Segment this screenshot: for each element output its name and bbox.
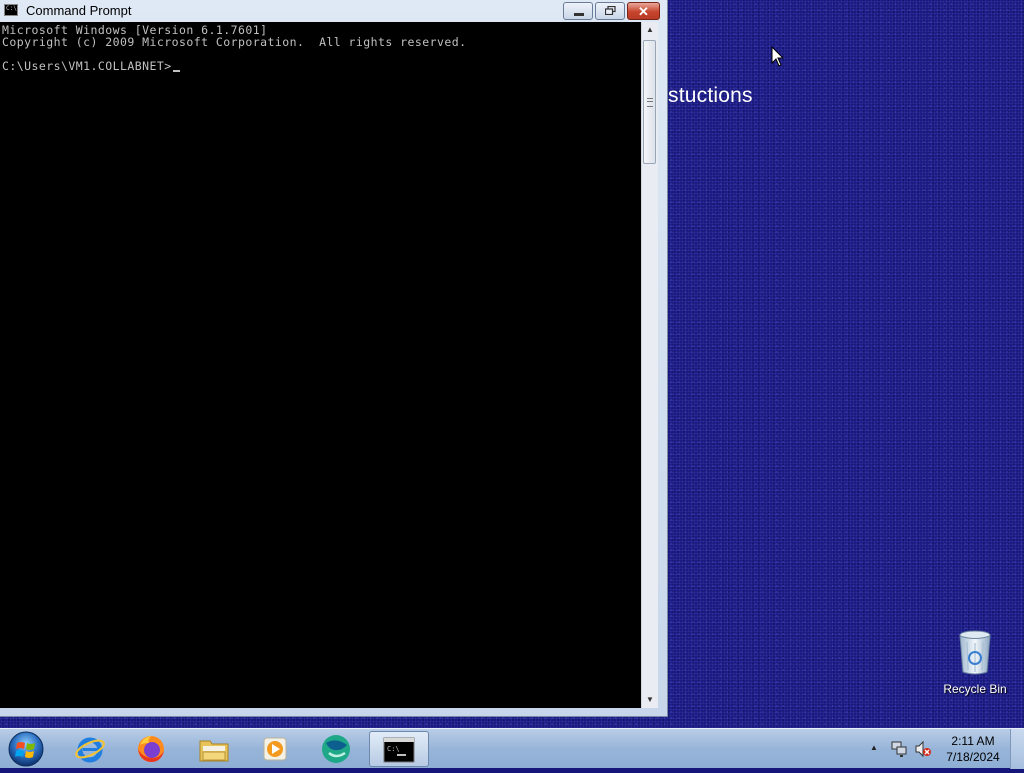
window-title: Command Prompt [26, 3, 132, 18]
scroll-up-arrow-icon[interactable]: ▲ [642, 22, 658, 38]
text-caret [172, 70, 180, 72]
firefox-icon [138, 736, 164, 762]
recycle-bin-label: Recycle Bin [943, 682, 1007, 696]
taskbar-media-player[interactable] [247, 731, 303, 767]
network-icon[interactable] [890, 740, 908, 758]
clock[interactable]: 2:11 AM 7/18/2024 [938, 733, 1008, 765]
teal-globe-icon [322, 735, 350, 763]
console-prompt: C:\Users\VM1.COLLABNET> [2, 59, 172, 73]
window-titlebar[interactable]: C:\ Command Prompt ✕ [0, 0, 667, 22]
grip-icon [647, 98, 653, 107]
taskbar-firefox[interactable] [123, 731, 179, 767]
scroll-down-arrow-icon[interactable]: ▼ [642, 692, 658, 708]
media-player-icon [263, 737, 287, 761]
desktop-window-text: stuctions [668, 84, 753, 107]
internet-explorer-icon [75, 737, 105, 763]
recycle-bin-desktop-icon[interactable]: Recycle Bin [938, 628, 1012, 696]
mouse-cursor-icon [771, 46, 785, 67]
close-button[interactable]: ✕ [627, 2, 660, 20]
clock-date: 7/18/2024 [946, 750, 1000, 764]
console-prompt-line[interactable]: C:\Users\VM1.COLLABNET> [2, 59, 180, 73]
taskbar: C:\ ▲ 2:11 AM 7/18/2024 [0, 728, 1024, 769]
cmd-icon: C:\ [383, 737, 415, 763]
show-hidden-icons-icon[interactable]: ▲ [870, 743, 878, 752]
svg-text:C:\: C:\ [387, 745, 400, 753]
start-button[interactable] [6, 730, 46, 768]
system-tray: ▲ 2:11 AM 7/18/2024 [864, 729, 1024, 769]
volume-muted-icon[interactable] [914, 740, 932, 758]
folder-icon [199, 740, 229, 762]
taskbar-internet-explorer[interactable] [62, 731, 118, 767]
minimize-icon [574, 13, 584, 16]
taskbar-browser[interactable] [308, 731, 364, 767]
console-line: Copyright (c) 2009 Microsoft Corporation… [2, 35, 467, 49]
cmd-icon[interactable]: C:\ [4, 4, 18, 16]
taskbar-windows-explorer[interactable] [186, 731, 242, 767]
recycle-bin-icon [959, 630, 991, 675]
show-desktop-button[interactable] [1010, 729, 1024, 769]
windows-logo-icon [8, 731, 44, 767]
close-icon: ✕ [638, 4, 649, 19]
console-output[interactable]: Microsoft Windows [Version 6.1.7601] Cop… [0, 22, 641, 708]
restore-button[interactable] [595, 2, 625, 20]
vertical-scrollbar[interactable]: ▲ ▼ [641, 22, 658, 708]
taskbar-command-prompt[interactable]: C:\ [369, 731, 429, 767]
clock-time: 2:11 AM [951, 734, 995, 748]
minimize-button[interactable] [563, 2, 593, 20]
scrollbar-thumb[interactable] [643, 40, 656, 164]
command-prompt-window[interactable]: C:\ Command Prompt ✕ Microsoft Windows [… [0, 0, 668, 717]
restore-icon [605, 6, 616, 15]
